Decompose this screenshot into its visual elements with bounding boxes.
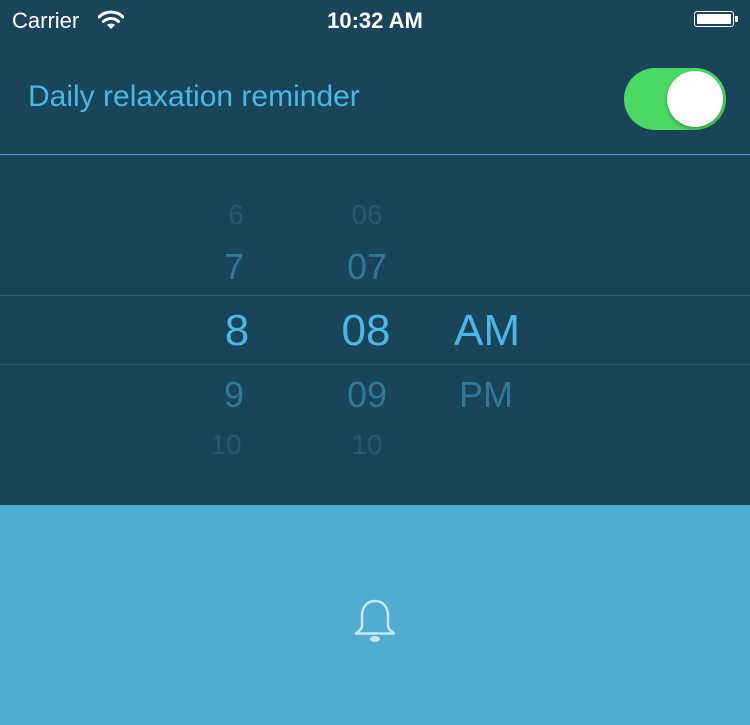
status-bar: Carrier 10:32 AM [0, 0, 750, 40]
battery-icon [694, 11, 738, 29]
reminder-toggle[interactable] [624, 68, 726, 130]
toggle-knob [667, 71, 723, 127]
time-picker[interactable]: 6 7 8 9 10 06 07 08 09 10 AM PM [0, 155, 750, 505]
minute-option[interactable]: 06 [307, 199, 427, 231]
hour-option[interactable]: 9 [174, 374, 294, 416]
minute-option[interactable]: 09 [307, 374, 427, 416]
minute-option-selected[interactable]: 08 [306, 306, 426, 356]
hour-option[interactable]: 7 [174, 246, 294, 288]
minute-option[interactable]: 10 [307, 429, 427, 461]
bottom-panel [0, 505, 750, 725]
picker-selection-top-line [0, 295, 750, 296]
hour-option[interactable]: 10 [166, 429, 286, 461]
status-time: 10:32 AM [327, 8, 423, 33]
hour-option-selected[interactable]: 8 [177, 306, 297, 356]
picker-selection-bottom-line [0, 364, 750, 365]
screen: Carrier 10:32 AM Daily relaxation remind… [0, 0, 750, 725]
bell-icon[interactable] [352, 598, 398, 644]
reminder-label: Daily relaxation reminder [28, 80, 360, 113]
reminder-row: Daily relaxation reminder [0, 40, 750, 154]
period-option[interactable]: PM [426, 374, 546, 416]
period-option-selected[interactable]: AM [427, 306, 547, 356]
minute-option[interactable]: 07 [307, 246, 427, 288]
hour-option[interactable]: 6 [176, 199, 296, 231]
